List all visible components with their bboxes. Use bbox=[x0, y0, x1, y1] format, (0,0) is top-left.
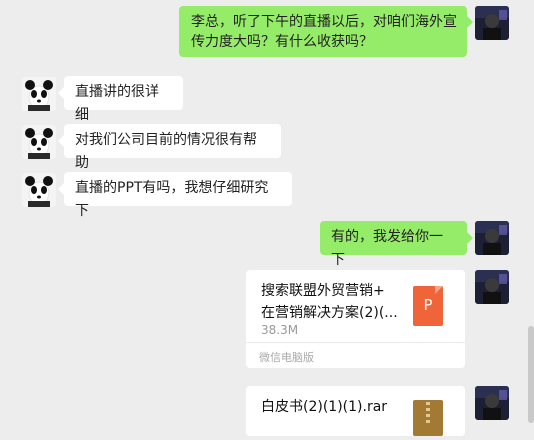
file-source-label: 微信电脑版 bbox=[246, 342, 465, 368]
rar-file-icon bbox=[413, 400, 443, 436]
file-message-card[interactable]: 白皮书(2)(1)(1).rar bbox=[246, 386, 465, 436]
file-name-line: 在营销解决方案(2)(... bbox=[261, 305, 398, 321]
file-name: 白皮书(2)(1)(1).rar bbox=[261, 399, 388, 415]
message-text: 有的，我发给你一下 bbox=[331, 229, 443, 268]
message-text: 李总，听了下午的直播以后，对咱们海外宣 bbox=[191, 14, 457, 30]
message-bubble-incoming[interactable]: 对我们公司目前的情况很有帮助 bbox=[64, 124, 281, 171]
avatar-contact[interactable] bbox=[22, 125, 56, 159]
message-text: 直播讲的很详细 bbox=[75, 84, 159, 123]
file-message-card[interactable]: 搜索联盟外贸营销+ 在营销解决方案(2)(... 38.3M P 微信电脑版 bbox=[246, 270, 465, 368]
message-text: 传力度大吗？有什么收获吗？ bbox=[191, 34, 373, 50]
file-name-line: 搜索联盟外贸营销+ bbox=[261, 283, 385, 299]
avatar-self[interactable] bbox=[475, 6, 509, 40]
file-size: 38.3M bbox=[261, 323, 299, 337]
message-bubble-outgoing[interactable]: 李总，听了下午的直播以后，对咱们海外宣 传力度大吗？有什么收获吗？ bbox=[179, 6, 467, 57]
file-fold-corner bbox=[435, 286, 443, 294]
avatar-self[interactable] bbox=[475, 270, 509, 304]
bubble-tail bbox=[467, 16, 473, 28]
message-bubble-incoming[interactable]: 直播的PPT有吗，我想仔细研究下 bbox=[64, 172, 292, 219]
file-name: 搜索联盟外贸营销+ 在营销解决方案(2)(... bbox=[261, 280, 401, 324]
avatar-self[interactable] bbox=[475, 386, 509, 420]
message-bubble-outgoing[interactable]: 有的，我发给你一下 bbox=[320, 221, 467, 268]
file-icon-letter: P bbox=[423, 296, 433, 314]
avatar-contact[interactable] bbox=[22, 77, 56, 111]
avatar-contact[interactable] bbox=[22, 173, 56, 207]
scrollbar-thumb[interactable] bbox=[528, 326, 534, 423]
message-text: 直播的PPT有吗，我想仔细研究下 bbox=[75, 180, 269, 219]
ppt-file-icon: P bbox=[413, 286, 443, 326]
message-text: 对我们公司目前的情况很有帮助 bbox=[75, 132, 257, 171]
bubble-tail bbox=[467, 232, 473, 244]
avatar-self[interactable] bbox=[475, 221, 509, 255]
message-bubble-incoming[interactable]: 直播讲的很详细 bbox=[64, 76, 183, 123]
